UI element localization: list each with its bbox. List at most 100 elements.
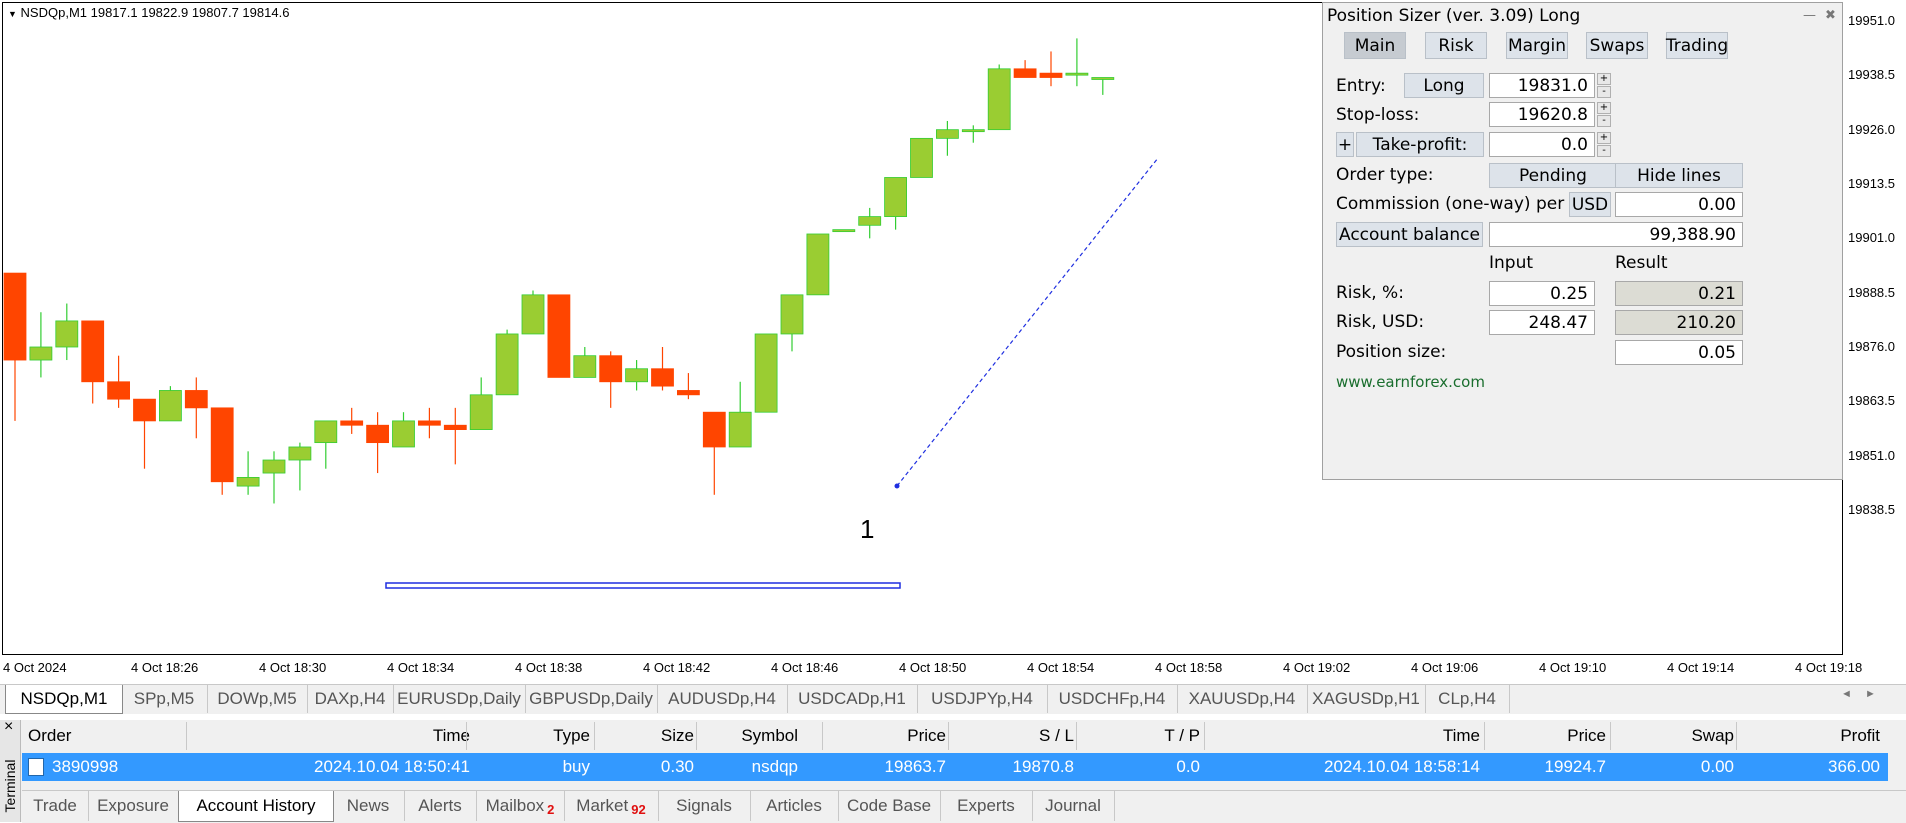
terminal-tab[interactable]: Account History <box>178 791 334 822</box>
column-header[interactable]: T / P <box>1164 726 1200 746</box>
terminal-tab[interactable]: Code Base <box>838 791 941 821</box>
account-balance-button[interactable]: Account balance <box>1336 222 1483 247</box>
chart-tab[interactable]: DAXp,H4 <box>307 685 394 713</box>
column-header[interactable]: Symbol <box>741 726 798 746</box>
add-take-profit-button[interactable]: + <box>1336 132 1354 157</box>
terminal-tab[interactable]: Signals <box>658 791 751 821</box>
support-zone <box>385 582 901 589</box>
terminal-tab[interactable]: Mailbox 2 <box>476 791 565 821</box>
candle-body <box>780 294 804 335</box>
terminal-tab[interactable]: Journal <box>1032 791 1115 821</box>
chart-tab[interactable]: AUDUSDp,H4 <box>657 685 788 713</box>
website-link[interactable]: www.earnforex.com <box>1336 373 1485 391</box>
chart-tab[interactable]: USDCADp,H1 <box>787 685 918 713</box>
tab-swaps[interactable]: Swaps <box>1586 32 1648 59</box>
history-table-row[interactable] <box>22 753 1888 781</box>
column-divider[interactable] <box>594 722 595 750</box>
entry-down-button[interactable]: - <box>1597 86 1611 98</box>
column-header[interactable]: Order <box>28 726 71 746</box>
tab-main[interactable]: Main <box>1344 32 1406 59</box>
chart-tab[interactable]: NSDQp,M1 <box>5 685 123 714</box>
column-divider[interactable] <box>186 722 187 750</box>
terminal-tab[interactable]: Market 92 <box>564 791 659 821</box>
column-divider[interactable] <box>696 722 697 750</box>
column-header[interactable]: Profit <box>1840 726 1880 746</box>
chart-menu-icon[interactable]: ▼ <box>8 9 17 19</box>
column-divider[interactable] <box>1076 722 1077 750</box>
candle-body <box>314 420 338 444</box>
candle-body <box>29 346 53 361</box>
terminal-tab[interactable]: Alerts <box>404 791 477 821</box>
column-header[interactable]: Swap <box>1691 726 1734 746</box>
chart-tab[interactable]: XAGUSDp,H1 <box>1307 685 1426 713</box>
time-tick: 4 Oct 18:42 <box>643 660 711 675</box>
table-cell: 0.0 <box>1176 757 1200 776</box>
column-header[interactable]: Price <box>907 726 946 746</box>
risk-percent-result: 0.21 <box>1615 281 1743 306</box>
chart-tab[interactable]: DOWp,M5 <box>207 685 308 713</box>
tab-margin[interactable]: Margin <box>1506 32 1568 59</box>
column-header[interactable]: Time <box>1443 726 1480 746</box>
terminal-close-icon[interactable]: × <box>4 718 13 736</box>
chart-tab[interactable]: EURUSDp,Daily <box>393 685 526 713</box>
time-tick: 4 Oct 18:30 <box>259 660 327 675</box>
minimize-icon[interactable]: — <box>1803 8 1816 23</box>
risk-percent-input[interactable]: 0.25 <box>1489 281 1595 306</box>
tabs-scroll-left-icon[interactable]: ◄ <box>1841 688 1852 700</box>
terminal-tab[interactable]: News <box>332 791 405 821</box>
terminal-tab[interactable]: Articles <box>750 791 839 821</box>
entry-direction-button[interactable]: Long <box>1404 73 1484 98</box>
take-profit-down-button[interactable]: - <box>1597 145 1611 157</box>
order-document-icon <box>28 758 44 776</box>
stop-loss-up-button[interactable]: + <box>1597 102 1611 114</box>
terminal-tab[interactable]: Exposure <box>88 791 179 821</box>
commission-currency-button[interactable]: USD <box>1569 192 1611 217</box>
column-divider[interactable] <box>1204 722 1205 750</box>
take-profit-up-button[interactable]: + <box>1597 132 1611 144</box>
close-icon[interactable]: ✖ <box>1825 8 1836 23</box>
column-divider[interactable] <box>1610 722 1611 750</box>
stop-loss-down-button[interactable]: - <box>1597 115 1611 127</box>
tab-risk[interactable]: Risk <box>1425 32 1487 59</box>
column-divider[interactable] <box>822 722 823 750</box>
chart-tab[interactable]: SPp,M5 <box>121 685 208 713</box>
terminal-tab-label: Account History <box>196 796 316 815</box>
column-divider[interactable] <box>1484 722 1485 750</box>
entry-field[interactable]: 19831.0 <box>1489 73 1595 98</box>
chart-tab[interactable]: CLp,H4 <box>1425 685 1510 713</box>
hide-lines-button[interactable]: Hide lines <box>1615 163 1743 188</box>
tabs-scroll-right-icon[interactable]: ► <box>1865 688 1876 700</box>
commission-field[interactable]: 0.00 <box>1615 192 1743 217</box>
column-divider[interactable] <box>948 722 949 750</box>
candle-body <box>521 294 545 335</box>
terminal-tab-label: Articles <box>766 796 822 815</box>
chart-tab[interactable]: GBPUSDp,Daily <box>525 685 658 713</box>
terminal-tab[interactable]: Experts <box>940 791 1033 821</box>
column-divider[interactable] <box>1736 722 1737 750</box>
chart-tab[interactable]: USDJPYp,H4 <box>917 685 1048 713</box>
position-size-field[interactable]: 0.05 <box>1615 340 1743 365</box>
account-balance-field[interactable]: 99,388.90 <box>1489 222 1743 247</box>
take-profit-field[interactable]: 0.0 <box>1489 132 1595 157</box>
candle-body <box>832 229 856 233</box>
column-header[interactable]: S / L <box>1039 726 1074 746</box>
candle-body <box>858 216 882 226</box>
chart-tab[interactable]: USDCHFp,H4 <box>1047 685 1178 713</box>
risk-usd-input[interactable]: 248.47 <box>1489 310 1595 335</box>
column-header[interactable]: Price <box>1567 726 1606 746</box>
column-header[interactable]: Type <box>553 726 590 746</box>
entry-up-button[interactable]: + <box>1597 73 1611 85</box>
terminal-tab-label: Exposure <box>97 796 169 815</box>
terminal-tab[interactable]: Trade <box>22 791 89 821</box>
column-header[interactable]: Size <box>661 726 694 746</box>
tab-trading[interactable]: Trading <box>1666 32 1728 59</box>
column-header[interactable]: Time <box>433 726 470 746</box>
stop-loss-field[interactable]: 19620.8 <box>1489 102 1595 127</box>
take-profit-button[interactable]: Take-profit: <box>1356 132 1484 157</box>
chart-tab[interactable]: XAUUSDp,H4 <box>1177 685 1308 713</box>
input-header: Input <box>1489 253 1534 273</box>
entry-label: Entry: <box>1336 76 1386 96</box>
candle-body <box>366 424 390 444</box>
order-type-button[interactable]: Pending <box>1489 163 1617 188</box>
column-divider[interactable] <box>466 722 467 750</box>
